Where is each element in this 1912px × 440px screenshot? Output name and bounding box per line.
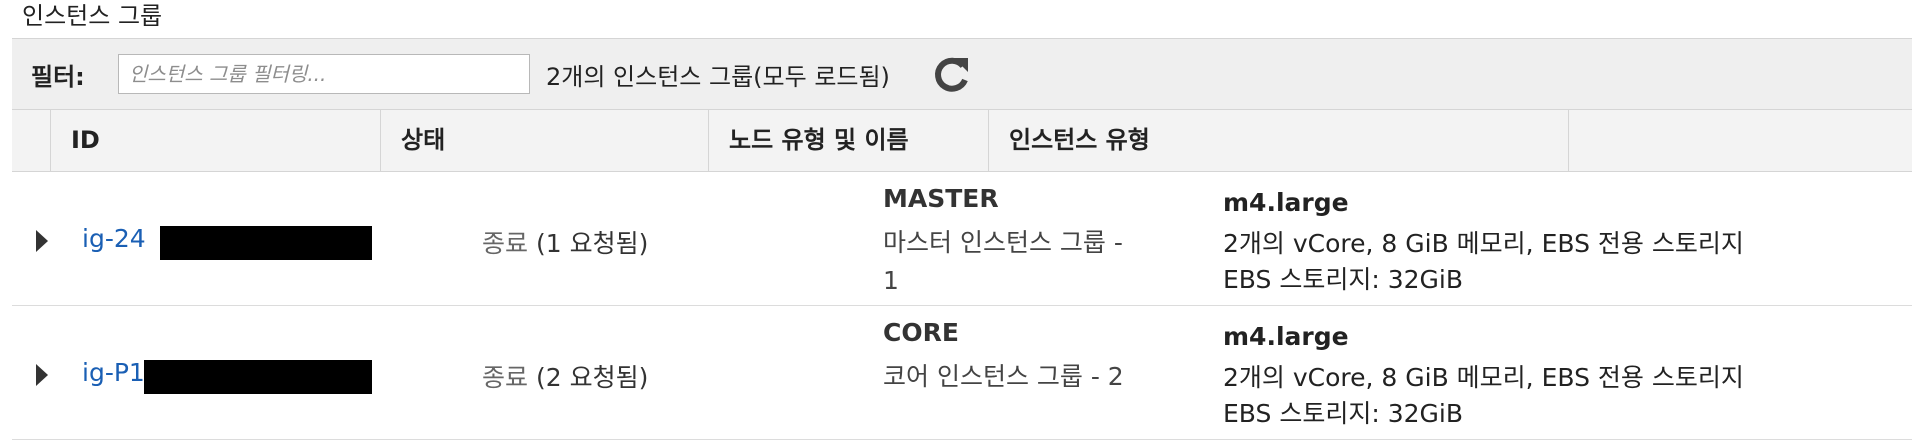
- refresh-button[interactable]: [930, 53, 974, 97]
- status-detail: (2 요청됨): [528, 363, 649, 392]
- table-row: ig-24 종료 (1 요청됨) MASTER 마스터 인스턴스 그룹 - 1 …: [12, 172, 1912, 306]
- status-word: 종료: [482, 363, 529, 392]
- redaction-box: [144, 360, 372, 394]
- table-row: ig-P1 종료 (2 요청됨) CORE 코어 인스턴스 그룹 - 2 m4.…: [12, 306, 1912, 440]
- instance-type: m4.large: [1223, 322, 1349, 351]
- column-header-node-type[interactable]: 노드 유형 및 이름: [708, 110, 988, 171]
- filter-label: 필터:: [31, 63, 85, 91]
- table-header: ID 상태 노드 유형 및 이름 인스턴스 유형: [12, 110, 1912, 172]
- instance-type: m4.large: [1223, 188, 1349, 217]
- column-header-id[interactable]: ID: [50, 110, 380, 171]
- section-title: 인스턴스 그룹: [22, 2, 163, 30]
- status-cell: 종료 (2 요청됨): [482, 358, 648, 394]
- column-header-instance-type[interactable]: 인스턴스 유형: [988, 110, 1568, 171]
- instance-spec: 2개의 vCore, 8 GiB 메모리, EBS 전용 스토리지: [1223, 229, 1744, 258]
- instance-groups-panel: 인스턴스 그룹 필터: 2개의 인스턴스 그룹(모두 로드됨) ID 상태 노드…: [0, 0, 1912, 440]
- redaction-box: [160, 226, 372, 260]
- refresh-icon: [935, 57, 968, 92]
- status-cell: 종료 (1 요청됨): [482, 224, 648, 260]
- node-type: MASTER: [883, 184, 999, 213]
- expand-row-caret-icon[interactable]: [36, 364, 48, 386]
- node-name: 코어 인스턴스 그룹 - 2: [883, 362, 1124, 391]
- filter-toolbar: 필터: 2개의 인스턴스 그룹(모두 로드됨): [12, 38, 1912, 110]
- node-type: CORE: [883, 318, 959, 347]
- ebs-storage: EBS 스토리지: 32GiB: [1223, 399, 1463, 428]
- instance-group-count: 2개의 인스턴스 그룹(모두 로드됨): [546, 63, 890, 91]
- instance-group-id-link[interactable]: ig-24: [82, 224, 146, 253]
- column-header-spacer: [1568, 110, 1912, 171]
- instance-spec: 2개의 vCore, 8 GiB 메모리, EBS 전용 스토리지: [1223, 363, 1744, 392]
- node-name: 마스터 인스턴스 그룹 - 1: [883, 228, 1123, 295]
- status-word: 종료: [482, 229, 529, 258]
- instance-group-id-link[interactable]: ig-P1: [82, 358, 145, 387]
- expand-row-caret-icon[interactable]: [36, 230, 48, 252]
- column-header-status[interactable]: 상태: [380, 110, 708, 171]
- ebs-storage: EBS 스토리지: 32GiB: [1223, 265, 1463, 294]
- status-detail: (1 요청됨): [528, 229, 649, 258]
- filter-input[interactable]: [118, 54, 530, 94]
